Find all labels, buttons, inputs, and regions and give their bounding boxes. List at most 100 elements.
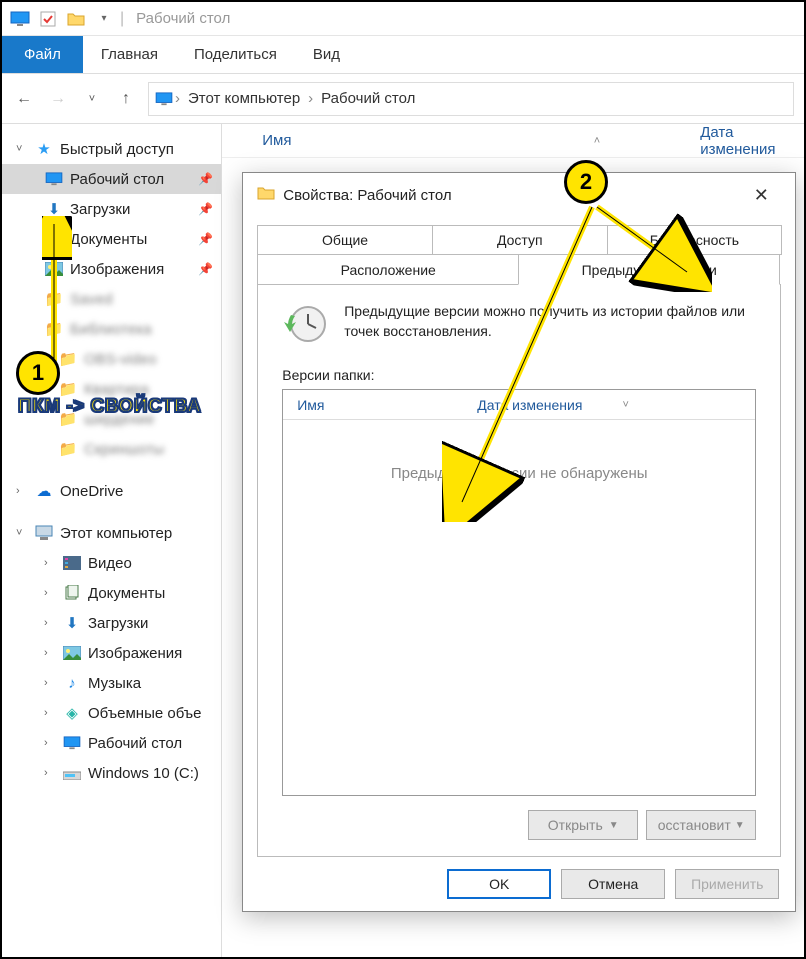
tree-quick-access[interactable]: ˅ ★ Быстрый доступ: [2, 134, 221, 164]
dialog-footer: OK Отмена Применить: [243, 857, 795, 911]
breadcrumb-leaf[interactable]: Рабочий стол: [315, 90, 421, 107]
tab-sharing[interactable]: Доступ: [432, 225, 608, 255]
tree-music[interactable]: ›♪Музыка: [2, 668, 221, 698]
cube-icon: ◈: [62, 704, 82, 722]
tree-onedrive[interactable]: › ☁ OneDrive: [2, 476, 221, 506]
tree-pictures2[interactable]: ›Изображения: [2, 638, 221, 668]
column-header[interactable]: Имя ˄ Дата изменения: [222, 124, 804, 158]
tree-documents2[interactable]: ›Документы: [2, 578, 221, 608]
tree-downloads2[interactable]: ›⬇Загрузки: [2, 608, 221, 638]
tree-label: OneDrive: [60, 483, 123, 500]
drive-icon: [62, 764, 82, 782]
tree-documents[interactable]: Документы 📌: [2, 224, 221, 254]
tree-blurred[interactable]: 📁Скриншоты: [2, 434, 221, 464]
tab-location[interactable]: Расположение: [257, 255, 519, 285]
ribbon-tab-home[interactable]: Главная: [83, 36, 176, 73]
versions-empty-text: Предыдущие версии не обнаружены: [283, 420, 755, 795]
pin-icon: 📌: [198, 262, 213, 276]
sort-indicator-icon: ˄: [594, 135, 600, 147]
chevron-right-icon: ›: [44, 677, 56, 689]
tree-label-blurred: Скриншоты: [84, 441, 164, 458]
nav-recent-dropdown[interactable]: ˅: [80, 87, 104, 111]
tab-general[interactable]: Общие: [257, 225, 433, 255]
versions-column-header[interactable]: Имя Дата изменения ˅: [283, 390, 755, 420]
properties-dialog: Свойства: Рабочий стол ✕ Общие Доступ Бе…: [242, 172, 796, 912]
tree-this-pc[interactable]: ˅ Этот компьютер: [2, 518, 221, 548]
versions-col-date[interactable]: Дата изменения: [477, 397, 582, 413]
nav-up-button[interactable]: ↑: [114, 87, 138, 111]
documents-icon: [62, 584, 82, 602]
tree-desktop2[interactable]: ›Рабочий стол: [2, 728, 221, 758]
ok-button[interactable]: OK: [447, 869, 551, 899]
dialog-body: Предыдущие версии можно получить из исто…: [257, 284, 781, 857]
versions-col-name[interactable]: Имя: [297, 397, 477, 413]
breadcrumb-root[interactable]: Этот компьютер: [182, 90, 306, 107]
qat-check-icon[interactable]: [36, 7, 60, 31]
download-icon: ⬇: [44, 200, 64, 218]
tree-label: Windows 10 (C:): [88, 765, 199, 782]
tree-label: Быстрый доступ: [60, 141, 174, 158]
chevron-right-icon: ›: [44, 617, 56, 629]
tab-security[interactable]: Безопасность: [607, 225, 783, 255]
cloud-icon: ☁: [34, 482, 54, 500]
tree-label: Объемные объе: [88, 705, 202, 722]
close-button[interactable]: ✕: [741, 185, 781, 206]
open-button: Открыть ▼: [528, 810, 638, 840]
restore-button: осстановит ▼: [646, 810, 756, 840]
desktop-icon: [44, 170, 64, 188]
qat-monitor-icon[interactable]: [8, 7, 32, 31]
tree-label: Изображения: [70, 261, 164, 278]
tree-label: Музыка: [88, 675, 141, 692]
folder-icon: [257, 186, 275, 204]
column-date[interactable]: Дата изменения: [700, 124, 804, 158]
annotation-text-1: ПКМ -> СВОЙСТВА: [18, 396, 201, 418]
window-separator: |: [120, 10, 124, 28]
pictures-icon: [44, 260, 64, 278]
breadcrumb[interactable]: › Этот компьютер › Рабочий стол: [148, 82, 794, 116]
navbar: ← → ˅ ↑ › Этот компьютер › Рабочий стол: [2, 74, 804, 124]
tree-label: Документы: [70, 231, 147, 248]
column-name[interactable]: Имя: [262, 132, 594, 149]
ribbon-tab-view[interactable]: Вид: [295, 36, 358, 73]
documents-icon: [44, 230, 64, 248]
qat-dropdown-icon[interactable]: ▾: [92, 7, 116, 31]
dialog-titlebar[interactable]: Свойства: Рабочий стол ✕: [243, 173, 795, 217]
tree-label: Загрузки: [70, 201, 130, 218]
tree-label: Изображения: [88, 645, 182, 662]
video-icon: [62, 554, 82, 572]
tree-blurred[interactable]: 📁Saved: [2, 284, 221, 314]
tree-c-drive[interactable]: ›Windows 10 (C:): [2, 758, 221, 788]
restore-clock-icon: [282, 301, 328, 347]
tree-videos[interactable]: ›Видео: [2, 548, 221, 578]
chevron-down-icon: ˅: [16, 527, 28, 539]
chevron-right-icon: ›: [16, 485, 28, 497]
sidebar-tree: ˅ ★ Быстрый доступ Рабочий стол 📌 ⬇ Загр…: [2, 124, 222, 957]
chevron-right-icon[interactable]: ›: [306, 90, 315, 107]
chevron-right-icon: ›: [44, 707, 56, 719]
tree-downloads[interactable]: ⬇ Загрузки 📌: [2, 194, 221, 224]
ribbon-tab-share[interactable]: Поделиться: [176, 36, 295, 73]
dialog-title-text: Свойства: Рабочий стол: [283, 187, 451, 204]
tab-previous-versions[interactable]: Предыдущие версии: [518, 255, 780, 285]
nav-back-button[interactable]: ←: [12, 87, 36, 111]
versions-label: Версии папки:: [282, 367, 756, 383]
dialog-tabs: Общие Доступ Безопасность Расположение П…: [243, 217, 795, 285]
window-titlebar: ▾ | Рабочий стол: [2, 2, 804, 36]
cancel-button[interactable]: Отмена: [561, 869, 665, 899]
versions-listbox[interactable]: Имя Дата изменения ˅ Предыдущие версии н…: [282, 389, 756, 796]
pc-icon: [34, 524, 54, 542]
qat-folder-icon[interactable]: [64, 7, 88, 31]
tree-3d-objects[interactable]: › ◈ Объемные объе: [2, 698, 221, 728]
chevron-right-icon: ›: [44, 737, 56, 749]
tree-label: Рабочий стол: [70, 171, 164, 188]
tree-pictures[interactable]: Изображения 📌: [2, 254, 221, 284]
tree-label-blurred: Библиотека: [70, 321, 152, 338]
star-icon: ★: [34, 140, 54, 158]
chevron-down-icon: ˅: [16, 143, 28, 155]
pin-icon: 📌: [198, 172, 213, 186]
tree-desktop[interactable]: Рабочий стол 📌: [2, 164, 221, 194]
chevron-right-icon[interactable]: ›: [173, 90, 182, 107]
folder-icon: 📁: [44, 290, 64, 308]
ribbon-tab-file[interactable]: Файл: [2, 36, 83, 73]
tree-blurred[interactable]: 📁Библиотека: [2, 314, 221, 344]
